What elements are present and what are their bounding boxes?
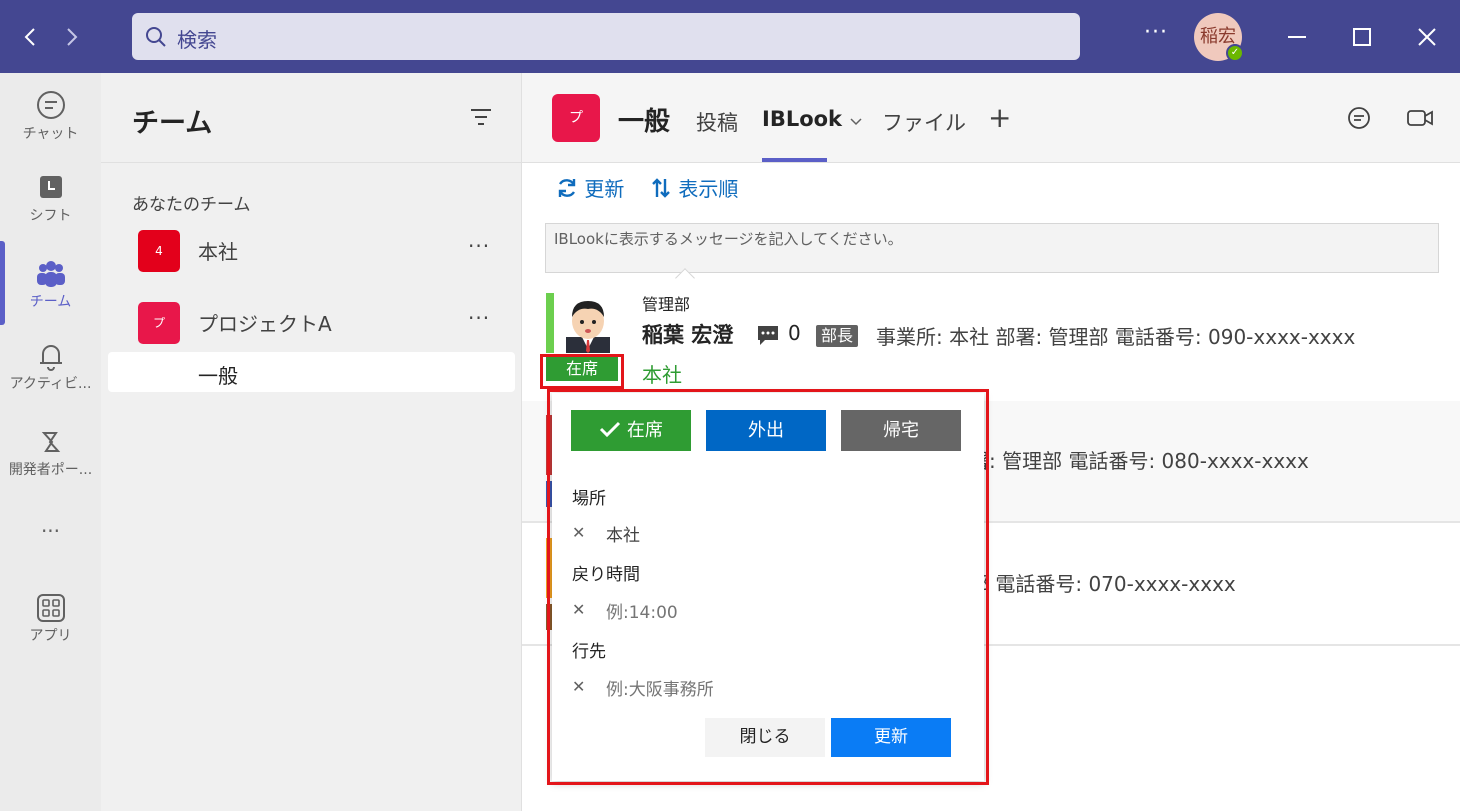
team-tile: 4 xyxy=(138,230,180,272)
active-tab-underline xyxy=(762,158,827,162)
tab-iblook[interactable]: IBLook xyxy=(762,107,863,131)
channel-row-general[interactable]: 一般 xyxy=(108,352,515,392)
add-tab-button[interactable]: + xyxy=(988,101,1011,134)
teams-panel: チーム あなたのチーム 4 本社 ··· プ プロジェクトA ··· 一般 xyxy=(101,73,522,811)
chat-icon xyxy=(0,89,101,123)
tab-iblook-label: IBLook xyxy=(762,107,843,131)
tab-files[interactable]: ファイル xyxy=(882,107,966,137)
rail-label-teams: チーム xyxy=(29,294,72,310)
channel-title: 一般 xyxy=(618,107,671,137)
rail-label-activity: アクティビ... xyxy=(9,376,92,392)
comment-count: 0 xyxy=(788,321,801,345)
chevron-down-icon xyxy=(849,114,863,130)
rail-item-activity[interactable]: アクティビ... xyxy=(0,339,101,409)
title-badge: 部長 xyxy=(816,325,859,347)
rail-item-shifts[interactable]: シフト xyxy=(0,171,101,241)
tab-posts[interactable]: 投稿 xyxy=(696,107,738,137)
presence-available-icon: ✓ xyxy=(1226,44,1244,62)
rail-item-chat[interactable]: チャット xyxy=(0,89,101,159)
message-input[interactable]: IBLookに表示するメッセージを記入してください。 xyxy=(545,223,1439,273)
chevron-right-icon[interactable] xyxy=(57,22,87,52)
shifts-icon xyxy=(0,171,101,205)
person-row: 管理部 稲葉 宏澄 0 部長 事業所: 本社 部署: 管理部 電話番号: 090… xyxy=(522,283,1460,405)
teams-icon xyxy=(0,257,101,291)
rail-label-developer-portal: 開発者ポー... xyxy=(8,462,93,478)
refresh-icon xyxy=(556,177,584,201)
video-call-icon[interactable] xyxy=(1406,106,1434,134)
status-color-bar xyxy=(546,293,554,353)
channel-header: プ 一般 投稿 IBLook ファイル + xyxy=(522,73,1460,163)
maximize-icon[interactable] xyxy=(1347,22,1377,52)
rail-label-shifts: シフト xyxy=(29,208,72,224)
minimize-icon[interactable] xyxy=(1282,22,1312,52)
search-icon xyxy=(144,25,168,53)
message-placeholder: IBLookに表示するメッセージを記入してください。 xyxy=(554,230,903,248)
refresh-button[interactable]: 更新 xyxy=(556,173,624,202)
chevron-left-icon[interactable] xyxy=(15,22,45,52)
app-rail: チャット シフト チーム アクティビ... 開発者ポー... ··· アプリ xyxy=(0,73,101,811)
apps-icon xyxy=(0,591,101,625)
person-info: 事業所: 本社 部署: 管理部 電話番号: 090-xxxx-xxxx xyxy=(876,325,1356,349)
channel-name: 一般 xyxy=(198,364,238,388)
search-input[interactable]: 検索 xyxy=(132,13,1080,60)
filter-icon[interactable] xyxy=(469,107,493,131)
team-row-project-a[interactable]: プ プロジェクトA ··· xyxy=(101,296,522,352)
more-options-button[interactable]: ··· xyxy=(1144,20,1168,45)
teams-header: チーム xyxy=(101,73,522,163)
more-icon: ··· xyxy=(40,519,61,543)
rail-label-chat: チャット xyxy=(22,126,79,142)
search-placeholder: 検索 xyxy=(177,28,217,52)
team-more-button[interactable]: ··· xyxy=(468,234,490,258)
refresh-label: 更新 xyxy=(584,177,625,201)
team-more-button[interactable]: ··· xyxy=(468,306,490,330)
person-info-fragment: 部 電話番号: 070-xxxx-xxxx xyxy=(969,572,1236,596)
conversation-icon[interactable] xyxy=(1346,106,1372,136)
person-location: 本社 xyxy=(642,363,682,387)
team-tile: プ xyxy=(138,302,180,344)
person-name[interactable]: 稲葉 宏澄 xyxy=(642,319,733,349)
sort-order-button[interactable]: 表示順 xyxy=(650,173,738,202)
popup-highlight xyxy=(547,389,989,785)
status-button-highlight xyxy=(540,354,624,389)
bell-icon xyxy=(0,339,101,373)
rail-label-apps: アプリ xyxy=(29,628,72,644)
rail-item-teams[interactable]: チーム xyxy=(0,257,101,327)
team-row-headquarters[interactable]: 4 本社 ··· xyxy=(101,224,522,280)
person-info-fragment: 署: 管理部 電話番号: 080-xxxx-xxxx xyxy=(969,449,1309,473)
rail-more-button[interactable]: ··· xyxy=(0,519,101,589)
sort-label: 表示順 xyxy=(678,177,739,201)
person-department: 管理部 xyxy=(642,295,691,314)
team-name: プロジェクトA xyxy=(198,312,332,336)
your-teams-label: あなたのチーム xyxy=(132,195,251,215)
team-name: 本社 xyxy=(198,240,238,264)
teams-title: チーム xyxy=(132,108,213,139)
channel-team-tile: プ xyxy=(552,94,600,142)
title-bar: 検索 ··· 稲宏 ✓ xyxy=(0,0,1460,73)
developer-portal-icon xyxy=(0,425,101,459)
comment-icon[interactable] xyxy=(756,323,780,351)
close-icon[interactable] xyxy=(1412,22,1442,52)
rail-item-developer-portal[interactable]: 開発者ポー... xyxy=(0,425,101,495)
person-avatar xyxy=(560,293,616,353)
sort-icon xyxy=(650,177,678,201)
rail-item-apps[interactable]: アプリ xyxy=(0,591,101,661)
